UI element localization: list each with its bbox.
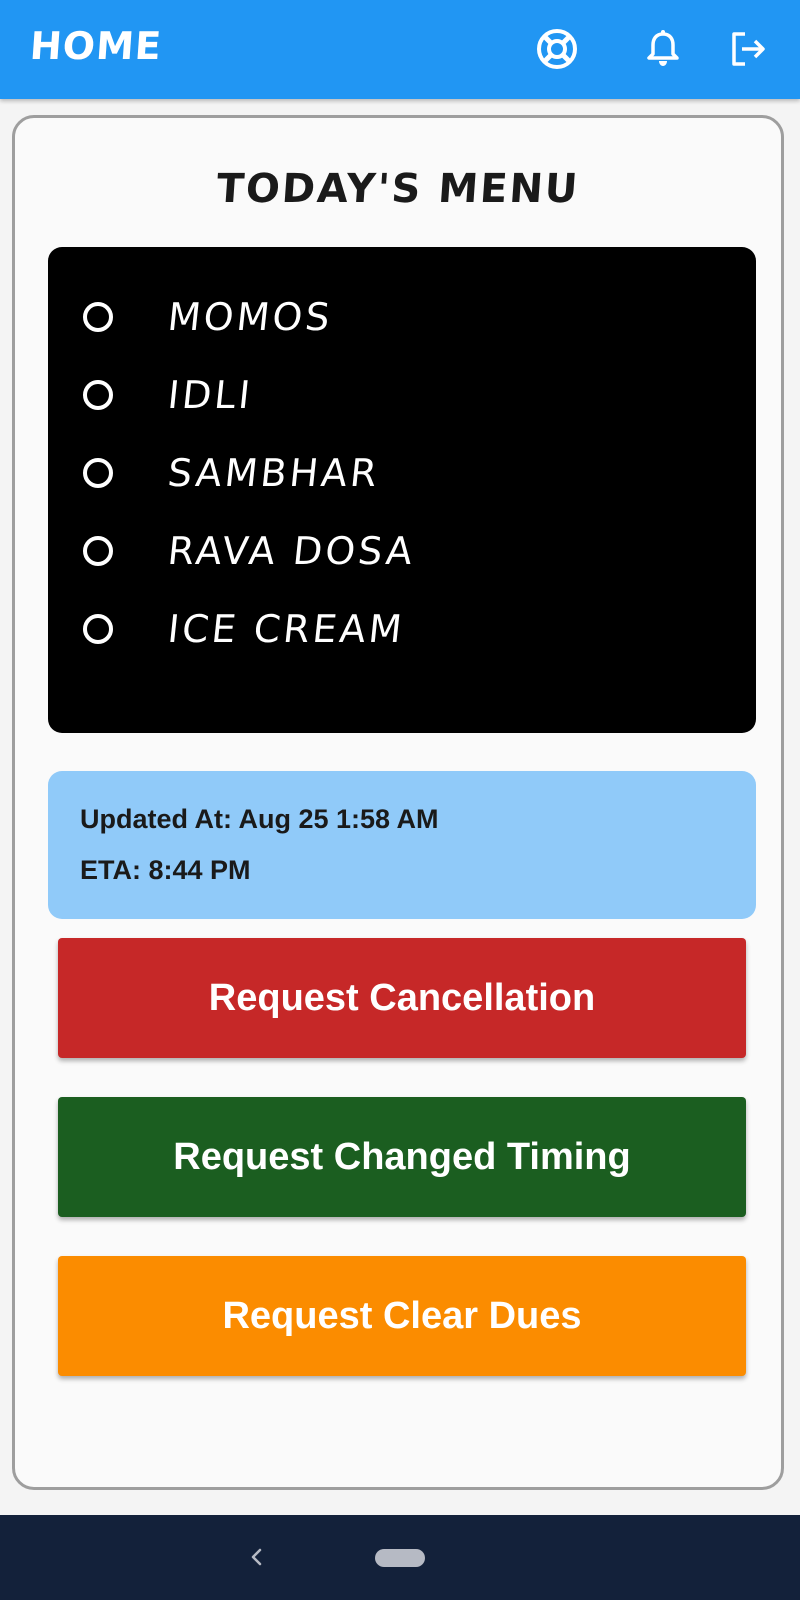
eta-text: ETA: 8:44 PM xyxy=(80,855,251,885)
menu-item-label: MOMOS xyxy=(165,295,335,339)
menu-item-label: SAMBHAR xyxy=(165,451,382,495)
menu-item-rava-dosa[interactable]: RAVA DOSA xyxy=(83,521,723,581)
menu-item-momos[interactable]: MOMOS xyxy=(83,287,723,347)
home-pill-icon[interactable] xyxy=(375,1549,425,1567)
request-cancellation-button[interactable]: Request Cancellation xyxy=(58,938,746,1058)
updated-at-text: Updated At: Aug 25 1:58 AM xyxy=(80,804,439,834)
radio-icon[interactable] xyxy=(83,380,113,410)
system-nav-bar xyxy=(0,1515,800,1600)
logout-icon[interactable] xyxy=(725,27,769,71)
menu-item-label: RAVA DOSA xyxy=(165,529,418,573)
menu-title: TODAY'S MENU xyxy=(215,166,581,212)
lifebuoy-icon[interactable] xyxy=(535,27,579,71)
app-bar: HOME xyxy=(0,0,800,99)
menu-item-idli[interactable]: IDLI xyxy=(83,365,723,425)
menu-item-label: ICE CREAM xyxy=(165,607,407,651)
app-title: HOME xyxy=(28,24,164,68)
bell-icon[interactable] xyxy=(641,27,685,71)
menu-board: MOMOS IDLI SAMBHAR RAVA DOSA ICE CREAM xyxy=(48,247,756,733)
request-changed-timing-button[interactable]: Request Changed Timing xyxy=(58,1097,746,1217)
radio-icon[interactable] xyxy=(83,302,113,332)
menu-card: TODAY'S MENU MOMOS IDLI SAMBHAR RAVA DOS… xyxy=(12,115,784,1490)
menu-item-label: IDLI xyxy=(165,373,256,417)
order-info-box: Updated At: Aug 25 1:58 AM ETA: 8:44 PM xyxy=(48,771,756,919)
menu-item-ice-cream[interactable]: ICE CREAM xyxy=(83,599,723,659)
radio-icon[interactable] xyxy=(83,614,113,644)
menu-item-sambhar[interactable]: SAMBHAR xyxy=(83,443,723,503)
back-icon[interactable] xyxy=(245,1545,269,1569)
radio-icon[interactable] xyxy=(83,458,113,488)
request-clear-dues-button[interactable]: Request Clear Dues xyxy=(58,1256,746,1376)
radio-icon[interactable] xyxy=(83,536,113,566)
